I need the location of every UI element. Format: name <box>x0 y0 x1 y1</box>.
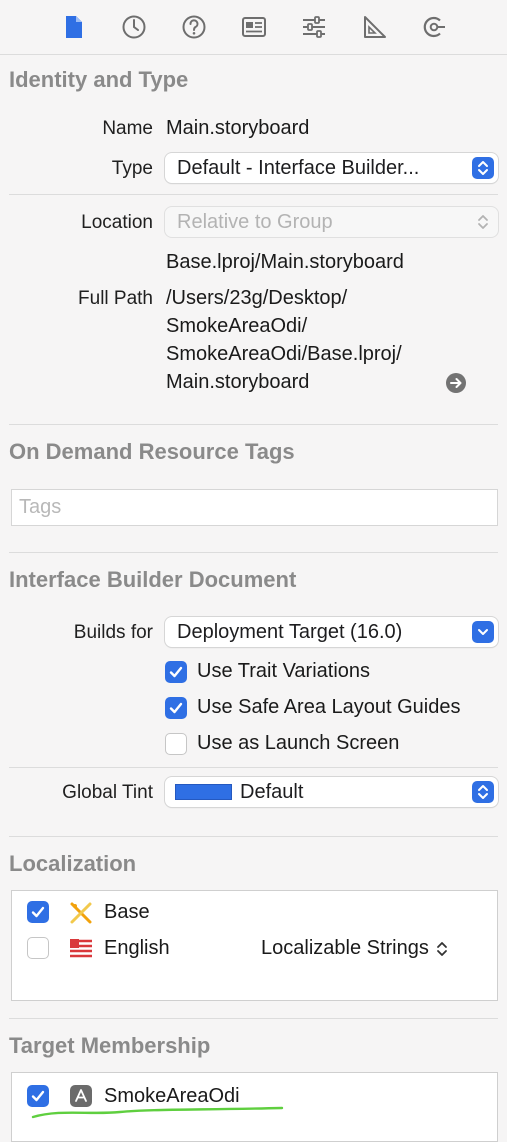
connections-icon <box>423 16 445 38</box>
use-safe-area-checkbox[interactable] <box>165 697 187 719</box>
localization-english-label: English <box>104 937 170 959</box>
location-label: Location <box>81 212 153 233</box>
name-value: Main.storyboard <box>166 117 310 139</box>
attributes-inspector-tab[interactable] <box>297 10 331 44</box>
tint-color-swatch <box>175 784 232 800</box>
location-popup[interactable]: Relative to Group <box>165 207 498 237</box>
relative-path-value: Base.lproj/Main.storyboard <box>166 251 404 273</box>
name-label: Name <box>102 118 153 139</box>
divider <box>9 194 498 195</box>
builds-for-popup[interactable]: Deployment Target (16.0) <box>165 617 498 647</box>
full-path-line-3: SmokeAreaOdi/Base.lproj/ <box>166 343 402 365</box>
arrow-right-circle-icon <box>446 373 466 393</box>
size-inspector-tab[interactable] <box>357 10 391 44</box>
base-localization-icon <box>70 902 92 924</box>
type-label: Type <box>111 158 153 179</box>
localization-english-format-value: Localizable Strings <box>261 937 429 959</box>
section-divider <box>9 1018 498 1019</box>
localization-base-checkbox[interactable] <box>27 901 49 923</box>
section-divider <box>9 552 498 553</box>
localization-english-format-popup[interactable]: Localizable Strings <box>261 937 448 960</box>
inspector-tab-bar <box>0 0 507 55</box>
type-popup-stepper-icon <box>472 157 494 179</box>
connections-inspector-tab[interactable] <box>417 10 451 44</box>
builds-for-label: Builds for <box>73 622 153 643</box>
builds-for-value: Deployment Target (16.0) <box>177 621 403 643</box>
divider <box>9 767 498 768</box>
help-icon <box>182 15 206 39</box>
file-icon <box>66 16 82 38</box>
checkmark-icon <box>31 906 45 918</box>
chevron-down-icon <box>472 621 494 643</box>
reveal-in-finder-button[interactable] <box>445 372 467 394</box>
ruler-icon <box>364 16 386 38</box>
section-divider <box>9 836 498 837</box>
section-divider <box>9 424 498 425</box>
odr-section-title: On Demand Resource Tags <box>9 439 295 464</box>
identity-card-icon <box>242 17 266 37</box>
tags-placeholder: Tags <box>19 496 62 518</box>
global-tint-value: Default <box>240 781 304 803</box>
quick-help-inspector-tab[interactable] <box>177 10 211 44</box>
global-tint-stepper-icon <box>472 781 494 803</box>
type-popup-value: Default - Interface Builder... <box>177 157 420 179</box>
annotation-underline <box>31 1106 284 1119</box>
full-path-line-4: Main.storyboard <box>166 371 310 393</box>
sliders-icon <box>303 16 325 38</box>
full-path-label: Full Path <box>78 288 153 309</box>
global-tint-label: Global Tint <box>62 782 153 803</box>
ib-document-section-title: Interface Builder Document <box>9 567 297 592</box>
identity-inspector-tab[interactable] <box>237 10 271 44</box>
location-popup-value: Relative to Group <box>177 211 333 233</box>
localization-list: Base English Localizable Strings <box>11 890 498 1001</box>
use-as-launch-screen-checkbox[interactable] <box>165 733 187 755</box>
chevron-updown-icon <box>437 941 448 956</box>
localization-section-title: Localization <box>9 851 137 876</box>
use-trait-variations-checkbox[interactable] <box>165 661 187 683</box>
use-trait-variations-label: Use Trait Variations <box>197 660 371 682</box>
tags-field[interactable]: Tags <box>11 489 498 526</box>
english-flag-icon <box>70 939 92 959</box>
localization-base-label: Base <box>104 901 150 923</box>
target-membership-section-title: Target Membership <box>9 1033 211 1058</box>
global-tint-popup[interactable]: Default <box>165 777 498 807</box>
history-inspector-tab[interactable] <box>117 10 151 44</box>
file-inspector-tab[interactable] <box>57 10 91 44</box>
location-popup-stepper-icon <box>472 211 494 233</box>
localization-english-checkbox[interactable] <box>27 937 49 959</box>
type-popup[interactable]: Default - Interface Builder... <box>165 153 498 183</box>
use-as-launch-screen-label: Use as Launch Screen <box>197 732 400 754</box>
use-safe-area-label: Use Safe Area Layout Guides <box>197 696 461 718</box>
clock-icon <box>122 15 146 39</box>
checkmark-icon <box>169 666 183 678</box>
full-path-line-2: SmokeAreaOdi/ <box>166 315 308 337</box>
identity-section-title: Identity and Type <box>9 67 189 92</box>
full-path-line-1: /Users/23g/Desktop/ <box>166 287 348 309</box>
checkmark-icon <box>169 702 183 714</box>
